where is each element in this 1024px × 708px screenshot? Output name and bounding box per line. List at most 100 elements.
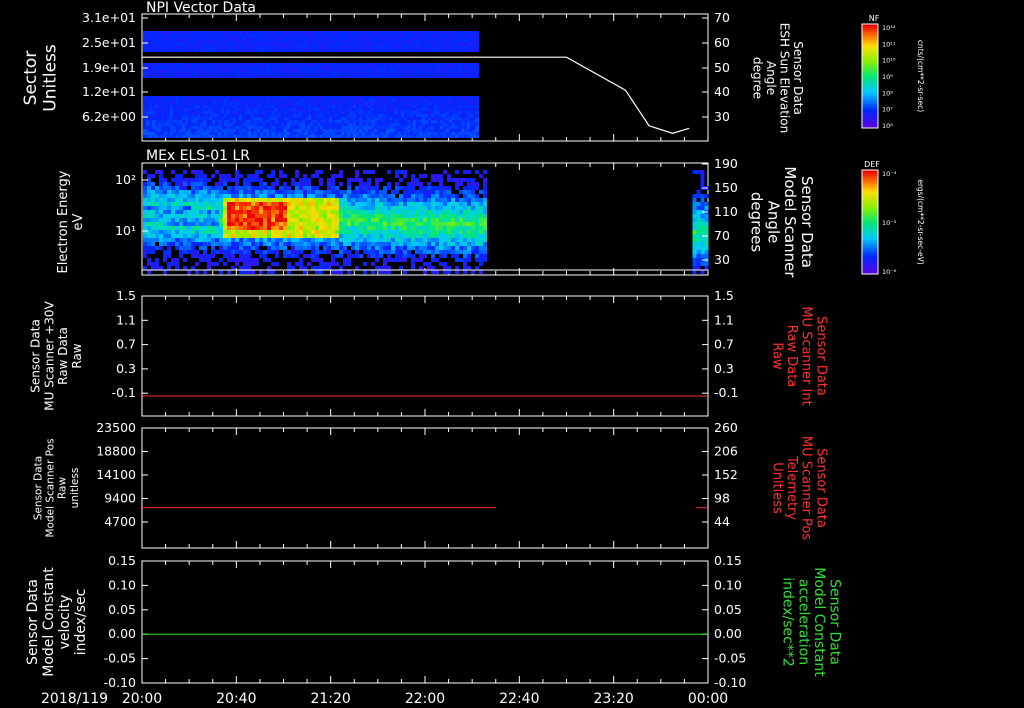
spectrogram-cell — [278, 132, 281, 135]
spectrogram-cell — [410, 99, 413, 102]
spectrogram-cell — [175, 226, 179, 230]
spectrogram-cell — [399, 194, 403, 198]
spectrogram-cell — [314, 114, 317, 117]
spectrogram-cell — [335, 194, 339, 198]
spectrogram-cell — [437, 43, 440, 46]
spectrogram-cell — [398, 43, 401, 46]
spectrogram-cell — [163, 242, 167, 246]
spectrogram-cell — [347, 182, 351, 186]
spectrogram-cell — [419, 46, 422, 49]
spectrogram-cell — [476, 99, 479, 102]
spectrogram-cell — [195, 174, 199, 178]
spectrogram-cell — [236, 75, 239, 78]
spectrogram-cell — [389, 135, 392, 138]
spectrogram-cell — [170, 72, 173, 75]
spectrogram-cell — [339, 222, 343, 226]
spectrogram-cell — [191, 66, 194, 69]
spectrogram-cell — [317, 43, 320, 46]
spectrogram-cell — [407, 210, 411, 214]
spectrogram-cell — [287, 210, 291, 214]
spectrogram-cell — [263, 202, 267, 206]
spectrogram-cell — [311, 117, 314, 120]
spectrogram-cell — [347, 202, 351, 206]
spectrogram-cell — [362, 129, 365, 132]
spectrogram-cell — [463, 206, 467, 210]
spectrogram-cell — [379, 226, 383, 230]
spectrogram-cell — [245, 46, 248, 49]
spectrogram-cell — [191, 102, 194, 105]
spectrogram-cell — [239, 250, 243, 254]
spectrogram-cell — [332, 40, 335, 43]
spectrogram-cell — [696, 202, 701, 206]
spectrogram-cell — [471, 190, 475, 194]
spectrogram-cell — [341, 75, 344, 78]
spectrogram-cell — [251, 43, 254, 46]
spectrogram-cell — [182, 75, 185, 78]
spectrogram-cell — [247, 258, 251, 262]
spectrogram-cell — [440, 75, 443, 78]
spectrogram-cell — [467, 135, 470, 138]
spectrogram-cell — [437, 126, 440, 129]
spectrogram-cell — [377, 72, 380, 75]
spectrogram-cell — [341, 69, 344, 72]
spectrogram-cell — [339, 238, 343, 242]
spectrogram-cell — [326, 117, 329, 120]
spectrogram-cell — [463, 246, 467, 250]
spectrogram-cell — [209, 43, 212, 46]
spectrogram-cell — [362, 111, 365, 114]
spectrogram-cell — [215, 43, 218, 46]
spectrogram-cell — [302, 63, 305, 66]
spectrogram-cell — [704, 250, 709, 254]
spectrogram-cell — [475, 238, 479, 242]
spectrogram-cell — [389, 46, 392, 49]
spectrogram-cell — [147, 218, 151, 222]
spectrogram-cell — [407, 126, 410, 129]
spectrogram-cell — [428, 31, 431, 34]
spectrogram-cell — [335, 72, 338, 75]
spectrogram-cell — [302, 72, 305, 75]
spectrogram-cell — [451, 250, 455, 254]
spectrogram-cell — [279, 246, 283, 250]
spectrogram-cell — [339, 234, 343, 238]
spectrogram-cell — [696, 190, 701, 194]
spectrogram-cell — [255, 226, 259, 230]
spectrogram-cell — [152, 72, 155, 75]
spectrogram-cell — [183, 206, 187, 210]
spectrogram-cell — [449, 96, 452, 99]
spectrogram-cell — [323, 34, 326, 37]
spectrogram-cell — [206, 135, 209, 138]
spectrogram-cell — [203, 120, 206, 123]
spectrogram-cell — [353, 126, 356, 129]
spectrogram-cell — [395, 37, 398, 40]
spectrogram-cell — [299, 238, 303, 242]
spectrogram-cell — [338, 96, 341, 99]
spectrogram-cell — [287, 66, 290, 69]
spectrogram-cell — [272, 49, 275, 52]
spectrogram-cell — [467, 186, 471, 190]
spectrogram-cell — [188, 66, 191, 69]
spectrogram-cell — [195, 190, 199, 194]
spectrogram-cell — [236, 117, 239, 120]
spectrogram-cell — [287, 266, 291, 270]
spectrogram-cell — [279, 210, 283, 214]
spectrogram-cell — [161, 108, 164, 111]
spectrogram-cell — [308, 34, 311, 37]
spectrogram-cell — [391, 250, 395, 254]
spectrogram-cell — [327, 206, 331, 210]
spectrogram-cell — [307, 182, 311, 186]
spectrogram-cell — [215, 202, 219, 206]
spectrogram-cell — [367, 178, 371, 182]
spectrogram-cell — [293, 126, 296, 129]
spectrogram-cell — [251, 120, 254, 123]
spectrogram-cell — [170, 75, 173, 78]
spectrogram-cell — [167, 254, 171, 258]
spectrogram-cell — [371, 230, 375, 234]
spectrogram-cell — [272, 40, 275, 43]
spectrogram-cell — [211, 194, 215, 198]
spectrogram-cell — [329, 75, 332, 78]
spectrogram-cell — [259, 230, 263, 234]
spectrogram-cell — [290, 120, 293, 123]
spectrogram-cell — [194, 31, 197, 34]
spectrogram-cell — [303, 270, 307, 274]
spectrogram-cell — [404, 102, 407, 105]
